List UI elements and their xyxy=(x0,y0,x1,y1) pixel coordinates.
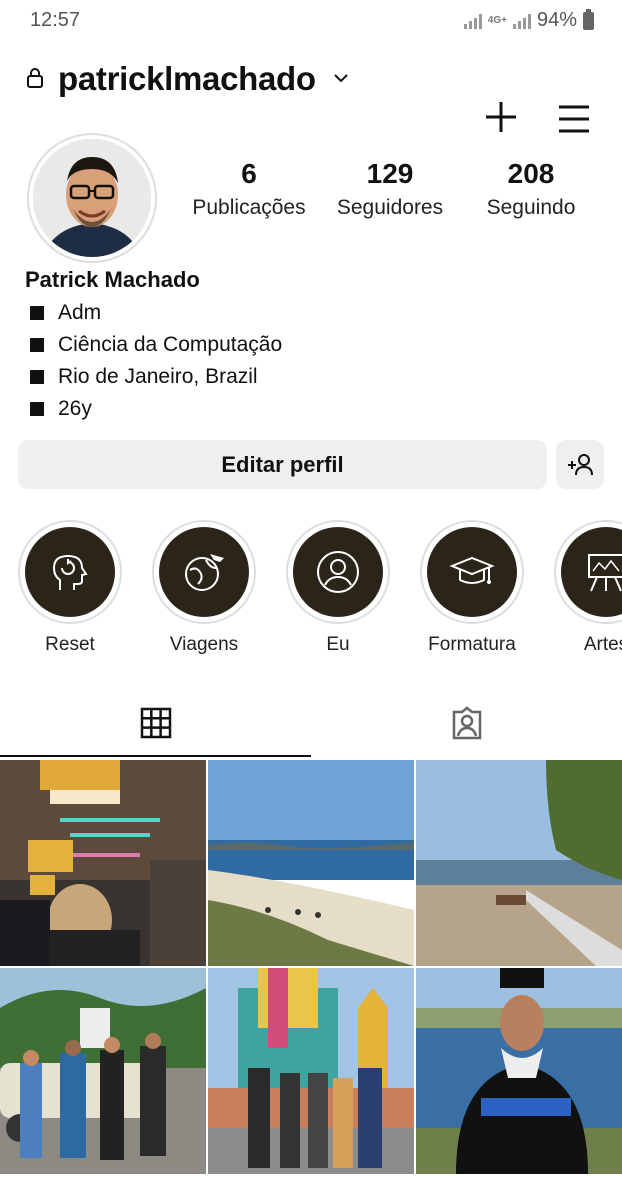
bio-line: 26y xyxy=(30,393,282,425)
highlight-artes[interactable]: Artes xyxy=(551,520,622,656)
bullet-square-icon xyxy=(30,402,44,416)
discover-people-button[interactable] xyxy=(556,440,604,489)
tagged-person-icon xyxy=(452,706,481,740)
highlight-formatura[interactable]: Formatura xyxy=(417,520,527,656)
highlight-reset[interactable]: Reset xyxy=(15,520,125,656)
avatar[interactable] xyxy=(27,133,157,263)
profile-summary: 6 Publicações 129 Seguidores 208 Seguind… xyxy=(0,118,622,263)
bullet-square-icon xyxy=(30,370,44,384)
bullet-square-icon xyxy=(30,338,44,352)
stat-posts-label: Publicações xyxy=(192,196,306,219)
post-thumbnail[interactable] xyxy=(0,760,206,966)
post-thumbnail[interactable] xyxy=(0,968,206,1174)
stat-following-count: 208 xyxy=(507,158,555,189)
grid-icon xyxy=(140,707,171,739)
easel-icon xyxy=(588,554,622,592)
post-thumbnail[interactable] xyxy=(416,760,622,966)
chevron-down-icon[interactable] xyxy=(333,73,349,83)
stat-posts-count: 6 xyxy=(241,158,257,189)
edit-profile-button[interactable]: Editar perfil xyxy=(18,440,547,489)
tab-posts-grid[interactable] xyxy=(0,690,311,756)
active-tab-indicator xyxy=(0,755,311,757)
stat-followers-count: 129 xyxy=(366,158,414,189)
status-bar: 12:57 4G+ 94% xyxy=(0,0,622,40)
story-highlights: Reset Viagens Eu Formatura Arte xyxy=(0,520,622,670)
bio-line: Ciência da Computação xyxy=(30,329,282,361)
profile-header: patricklmachado xyxy=(0,40,622,133)
stat-followers[interactable]: 129 Seguidores xyxy=(326,158,454,220)
bullet-square-icon xyxy=(30,306,44,320)
profile-tabs xyxy=(0,690,622,758)
add-person-icon xyxy=(568,453,593,475)
post-thumbnail[interactable] xyxy=(208,968,414,1174)
tab-tagged[interactable] xyxy=(311,690,622,756)
bio-line: Adm xyxy=(30,297,282,329)
post-thumbnail[interactable] xyxy=(208,760,414,966)
display-name: Patrick Machado xyxy=(25,267,200,292)
battery-percent: 94% xyxy=(536,9,577,31)
head-reset-icon xyxy=(52,554,88,590)
post-thumbnail[interactable] xyxy=(416,968,622,1174)
status-time: 12:57 xyxy=(30,9,81,31)
lock-icon xyxy=(27,68,43,88)
stat-following-label: Seguindo xyxy=(486,196,576,219)
globe-plane-icon xyxy=(185,554,224,591)
graduation-cap-icon xyxy=(449,556,495,584)
bio: Adm Ciência da Computação Rio de Janeiro… xyxy=(30,297,282,425)
status-icons: 4G+ 94% xyxy=(463,8,594,32)
bio-line: Rio de Janeiro, Brazil xyxy=(30,361,282,393)
user-circle-icon xyxy=(317,551,359,593)
stat-followers-label: Seguidores xyxy=(336,196,444,219)
signal-icon-2 xyxy=(512,13,531,29)
stat-following[interactable]: 208 Seguindo xyxy=(470,158,592,220)
signal-icon xyxy=(463,13,482,29)
battery-icon xyxy=(583,8,594,30)
avatar-photo xyxy=(33,139,151,257)
stat-posts[interactable]: 6 Publicações xyxy=(184,158,314,220)
highlight-eu[interactable]: Eu xyxy=(283,520,393,656)
username-switcher[interactable]: patricklmachado xyxy=(58,60,316,98)
highlight-viagens[interactable]: Viagens xyxy=(149,520,259,656)
network-type: 4G+ xyxy=(487,15,507,26)
